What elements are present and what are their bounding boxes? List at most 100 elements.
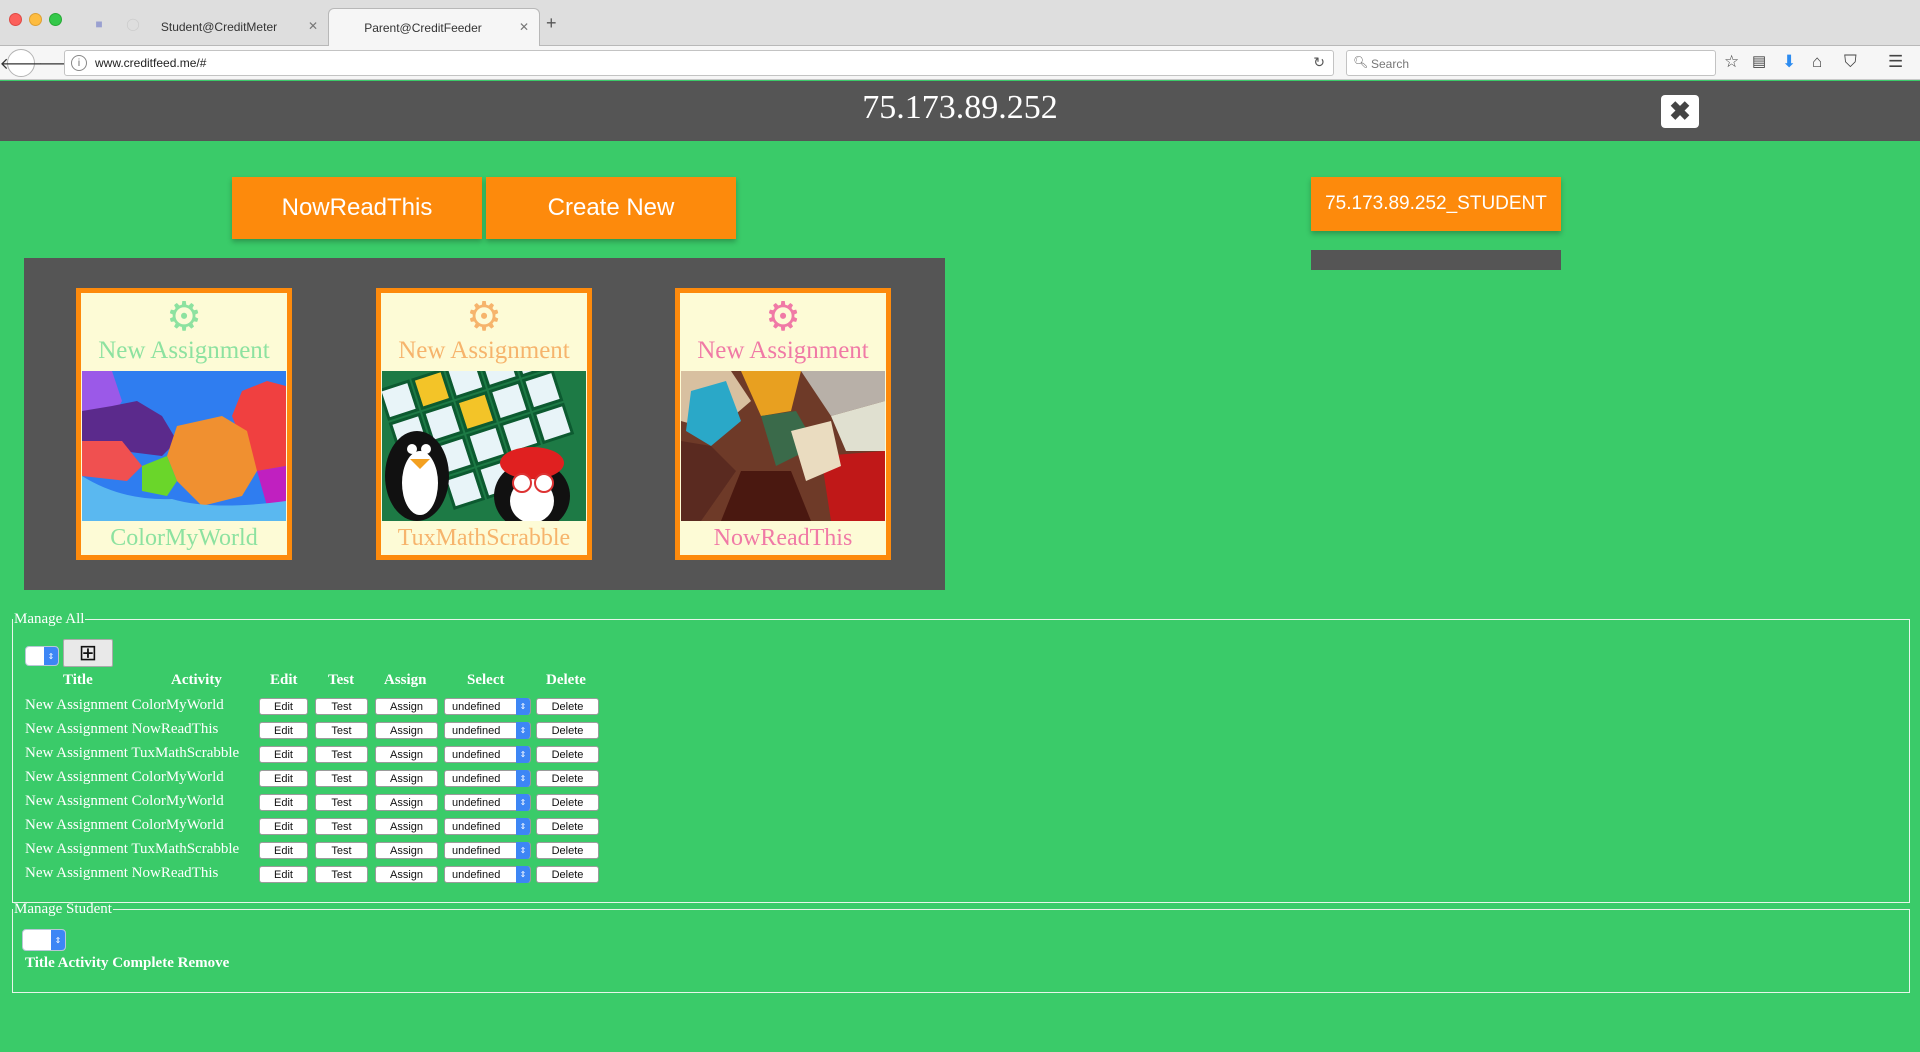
edit-button[interactable]: Edit [259,794,308,811]
row-title: New Assignment TuxMathScrabble [25,841,240,857]
edit-button[interactable]: Edit [259,746,308,763]
pinned-tab-icon[interactable]: ■ [86,11,112,37]
test-button[interactable]: Test [315,722,368,739]
window-minimize-button[interactable] [29,13,42,26]
activity-card-nowreadthis[interactable]: ⚙ New Assignment NowReadThis [675,288,891,560]
search-input[interactable]: 🔍︎ Search [1346,50,1716,76]
tab-parent-creditfeeder[interactable]: Parent@CreditFeeder ✕ [328,8,540,46]
manage-student-section: Manage Student [12,901,1910,993]
edit-button[interactable]: Edit [259,698,308,715]
student-select[interactable]: undefined ⇕ [444,722,531,739]
chevron-updown-icon: ⇕ [516,866,530,883]
page-title: 75.173.89.252 [862,89,1058,126]
create-new-button[interactable]: Create New [486,177,736,239]
column-header-select: Select [467,672,505,688]
student-select[interactable]: undefined ⇕ [444,698,531,715]
row-title: New Assignment NowReadThis [25,865,219,881]
row-title: New Assignment NowReadThis [25,721,219,737]
student-dropdown-panel [1311,250,1561,270]
chevron-updown-icon: ⇕ [516,698,530,715]
pocket-icon[interactable]: ⛉ [1844,52,1857,72]
add-assignment-button[interactable]: ⊞ [63,639,113,667]
gear-icon[interactable]: ⚙ [680,297,886,337]
card-title: New Assignment [98,337,270,364]
browser-nav-bar: 🡐 🡒 i www.creditfeed.me/# ↻ 🔍︎ Search ☆ … [0,46,1920,80]
gear-icon[interactable]: ⚙ [81,297,287,337]
delete-button[interactable]: Delete [536,842,599,859]
tab-close-icon[interactable]: ✕ [308,19,318,33]
column-header-delete: Delete [546,672,586,688]
activity-gallery: ⚙ New Assignment ColorMyWorld ⚙ New Assi… [24,258,945,590]
assign-button[interactable]: Assign [375,698,438,715]
download-icon[interactable]: ⬇ [1782,52,1796,72]
test-button[interactable]: Test [315,794,368,811]
delete-button[interactable]: Delete [536,770,599,787]
student-filter-select[interactable]: ⇕ [22,929,66,951]
assign-button[interactable]: Assign [375,722,438,739]
url-bar[interactable]: i www.creditfeed.me/# ↻ [64,50,1334,76]
delete-button[interactable]: Delete [536,722,599,739]
test-button[interactable]: Test [315,698,368,715]
home-icon[interactable]: ⌂ [1812,52,1822,72]
assign-button[interactable]: Assign [375,818,438,835]
edit-button[interactable]: Edit [259,770,308,787]
search-placeholder: Search [1371,57,1410,71]
card-activity-name: NowReadThis [713,525,853,551]
url-text[interactable]: www.creditfeed.me/# [95,56,206,70]
student-select[interactable]: undefined ⇕ [444,842,531,859]
edit-button[interactable]: Edit [259,866,308,883]
tab-close-icon[interactable]: ✕ [519,20,529,34]
student-select[interactable]: undefined ⇕ [444,818,531,835]
edit-button[interactable]: Edit [259,842,308,859]
assign-button[interactable]: Assign [375,866,438,883]
edit-button[interactable]: Edit [259,722,308,739]
delete-button[interactable]: Delete [536,866,599,883]
nowreadthis-button[interactable]: NowReadThis [232,177,482,239]
tab-student-creditmeter[interactable]: Student@CreditMeter ✕ [132,8,328,46]
activity-card-colormyworld[interactable]: ⚙ New Assignment ColorMyWorld [76,288,292,560]
window-zoom-button[interactable] [49,13,62,26]
reading-list-icon[interactable]: ▤ [1752,52,1766,72]
student-select[interactable]: undefined ⇕ [444,746,531,763]
test-button[interactable]: Test [315,746,368,763]
student-button[interactable]: 75.173.89.252_STUDENT [1311,177,1561,231]
close-button[interactable]: ✖ [1661,95,1699,128]
row-title: New Assignment ColorMyWorld [25,697,224,713]
nowreadthis-thumbnail [681,371,885,521]
colormyworld-thumbnail [82,371,286,521]
new-tab-icon[interactable]: + [546,14,557,32]
reload-icon[interactable]: ↻ [1313,54,1325,71]
row-title: New Assignment TuxMathScrabble [25,745,240,761]
gear-icon[interactable]: ⚙ [381,297,587,337]
delete-button[interactable]: Delete [536,818,599,835]
student-select[interactable]: undefined ⇕ [444,770,531,787]
assign-button[interactable]: Assign [375,746,438,763]
student-select[interactable]: undefined ⇕ [444,794,531,811]
delete-button[interactable]: Delete [536,746,599,763]
assign-button[interactable]: Assign [375,794,438,811]
assign-button[interactable]: Assign [375,842,438,859]
chevron-updown-icon: ⇕ [516,818,530,835]
assign-button[interactable]: Assign [375,770,438,787]
delete-button[interactable]: Delete [536,794,599,811]
edit-button[interactable]: Edit [259,818,308,835]
chevron-updown-icon: ⇕ [516,746,530,763]
tuxmathscrabble-thumbnail [382,371,586,521]
test-button[interactable]: Test [315,818,368,835]
menu-icon[interactable]: ☰ [1888,52,1903,72]
activity-card-tuxmathscrabble[interactable]: ⚙ New Assignment TuxMathScrabble [376,288,592,560]
back-arrow-icon[interactable]: 🡐 [0,49,42,77]
info-icon[interactable]: i [71,55,87,71]
manage-all-select[interactable]: ⇕ [25,646,59,666]
student-select[interactable]: undefined ⇕ [444,866,531,883]
window-close-button[interactable] [9,13,22,26]
tab-label: Parent@CreditFeeder [364,20,482,35]
chevron-updown-icon: ⇕ [51,930,65,950]
test-button[interactable]: Test [315,842,368,859]
close-icon: ✖ [1669,96,1691,126]
test-button[interactable]: Test [315,866,368,883]
test-button[interactable]: Test [315,770,368,787]
bookmark-star-icon[interactable]: ☆ [1724,52,1739,72]
delete-button[interactable]: Delete [536,698,599,715]
column-header-edit: Edit [270,672,298,688]
